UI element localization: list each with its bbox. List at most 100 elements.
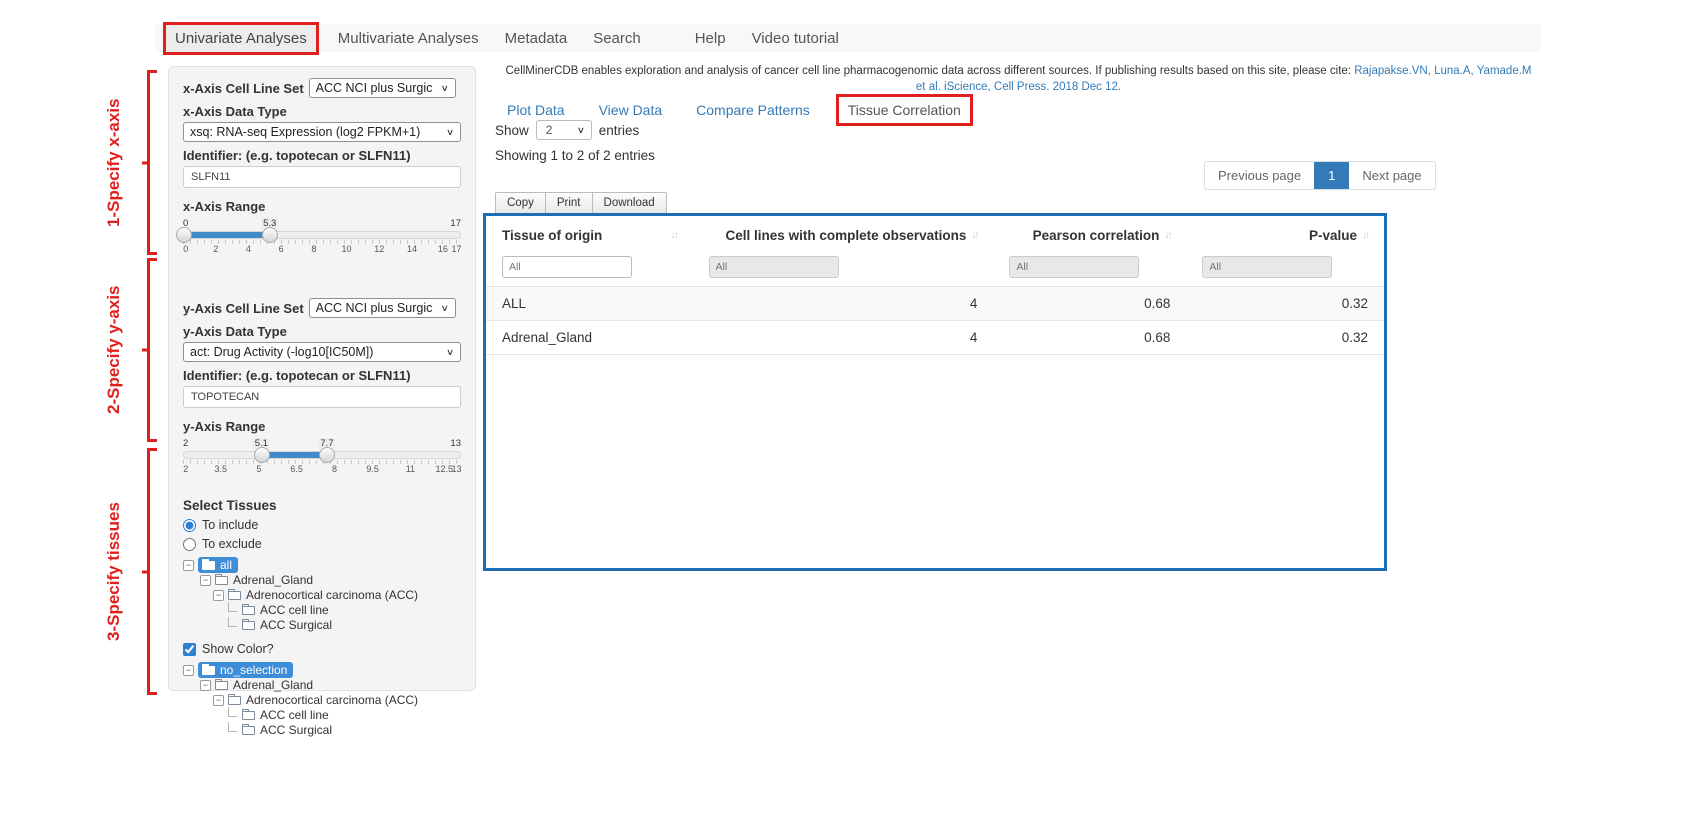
x-range-handle-left[interactable]	[176, 227, 192, 243]
nav-item-multivariate-analyses[interactable]: Multivariate Analyses	[325, 26, 492, 51]
exclude-radio[interactable]	[183, 538, 196, 551]
y-range-label: y-Axis Range	[183, 419, 461, 434]
sort-icon[interactable]: ↓↑	[1362, 230, 1368, 241]
tab-tissue-correlation[interactable]: Tissue Correlation	[836, 94, 973, 126]
tree-node-all[interactable]: − all	[183, 558, 461, 572]
nav-item-help[interactable]: Help	[682, 26, 739, 51]
collapse-icon[interactable]: −	[213, 695, 224, 706]
x-range-tick-labels: 0 2 4 6 8 10 12 14 16 17	[183, 244, 461, 255]
collapse-icon[interactable]: −	[200, 575, 211, 586]
folder-icon	[242, 726, 255, 735]
folder-icon	[228, 591, 241, 600]
previous-page-button[interactable]: Previous page	[1205, 162, 1314, 189]
export-buttons: Copy Print Download	[495, 192, 666, 214]
x-data-type-label: x-Axis Data Type	[183, 104, 461, 119]
pagination: Previous page 1 Next page	[1204, 161, 1436, 190]
filter-cell	[486, 251, 693, 287]
tissue-include-radio-row[interactable]: To include	[183, 518, 461, 532]
x-identifier-label: Identifier: (e.g. topotecan or SLFN11)	[183, 148, 461, 163]
folder-icon	[228, 696, 241, 705]
nav-item-search[interactable]: Search	[580, 26, 654, 51]
tissue-correlation-table-container: Tissue of origin↓↑ Cell lines with compl…	[483, 213, 1387, 571]
tree-node-acc[interactable]: − Adrenocortical carcinoma (ACC)	[183, 588, 461, 602]
collapse-icon[interactable]: −	[183, 665, 194, 676]
tree-connector	[228, 602, 237, 612]
sort-icon[interactable]: ↓↑	[971, 230, 977, 241]
table-cell-tissue: Adrenal_Gland	[486, 321, 693, 355]
collapse-icon[interactable]: −	[200, 680, 211, 691]
table-cell-p-value: 0.32	[1186, 321, 1384, 355]
citation-text: CellMinerCDB enables exploration and ana…	[497, 63, 1540, 95]
print-button[interactable]: Print	[545, 192, 593, 214]
tree-node-acc-cell-line[interactable]: ACC cell line	[183, 603, 461, 617]
tab-compare-patterns[interactable]: Compare Patterns	[686, 95, 820, 125]
sort-icon[interactable]: ↓↑	[1164, 230, 1170, 241]
y-range-slider: 2 5.1 7.7 13 2 3.5 5 6.5 8 9.5 11 12.5 1…	[183, 438, 461, 482]
show-color-checkbox[interactable]	[183, 643, 196, 656]
download-button[interactable]: Download	[592, 192, 667, 214]
column-header-tissue-of-origin[interactable]: Tissue of origin↓↑	[486, 216, 693, 251]
annotation-step2-bracket	[147, 258, 157, 442]
cell-lines-filter-input[interactable]	[709, 256, 839, 278]
y-identifier-input[interactable]	[183, 386, 461, 408]
x-range-track[interactable]	[183, 231, 461, 239]
y-range-handle-right[interactable]	[319, 447, 335, 463]
nav-item-video-tutorial[interactable]: Video tutorial	[739, 26, 852, 51]
annotation-step1-label: 1-Specify x-axis	[96, 70, 132, 255]
y-cell-line-set-select[interactable]: ACC NCI plus Surgical	[309, 298, 456, 318]
y-data-type-select[interactable]: act: Drug Activity (-log10[IC50M])	[183, 342, 461, 362]
y-range-handle-left[interactable]	[254, 447, 270, 463]
x-cell-line-set-label: x-Axis Cell Line Set	[183, 81, 304, 96]
next-page-button[interactable]: Next page	[1349, 162, 1434, 189]
column-header-p-value[interactable]: P-value↓↑	[1186, 216, 1384, 251]
tree-node-acc-surgical[interactable]: ACC Surgical	[183, 618, 461, 632]
tree-connector	[228, 707, 237, 717]
column-header-cell-lines[interactable]: Cell lines with complete observations↓↑	[693, 216, 994, 251]
tree-node-acc-surgical[interactable]: ACC Surgical	[183, 723, 461, 737]
entries-select[interactable]: 2	[536, 120, 592, 140]
annotation-step2-label: 2-Specify y-axis	[96, 258, 132, 442]
y-data-type-select-wrap: act: Drug Activity (-log10[IC50M])	[183, 342, 461, 362]
tree-connector	[228, 617, 237, 627]
x-identifier-input[interactable]	[183, 166, 461, 188]
x-cell-line-set-select[interactable]: ACC NCI plus Surgical	[309, 78, 456, 98]
x-range-max-value: 17	[450, 218, 461, 229]
folder-icon	[242, 606, 255, 615]
show-color-row[interactable]: Show Color?	[183, 642, 461, 656]
tissue-exclude-radio-row[interactable]: To exclude	[183, 537, 461, 551]
column-header-pearson-correlation[interactable]: Pearson correlation↓↑	[993, 216, 1186, 251]
y-range-track[interactable]	[183, 451, 461, 459]
include-radio[interactable]	[183, 519, 196, 532]
x-data-type-select[interactable]: xsq: RNA-seq Expression (log2 FPKM+1)	[183, 122, 461, 142]
include-radio-label: To include	[202, 518, 258, 532]
p-value-filter-input[interactable]	[1202, 256, 1332, 278]
tissue-filter-input[interactable]	[502, 256, 632, 278]
table-cell-n: 4	[693, 321, 994, 355]
show-color-label: Show Color?	[202, 642, 274, 656]
tree-node-no-selection[interactable]: − no_selection	[183, 663, 461, 677]
nav-item-univariate-analyses[interactable]: Univariate Analyses	[163, 22, 319, 55]
tissue-correlation-table: Tissue of origin↓↑ Cell lines with compl…	[486, 216, 1384, 355]
entries-label: entries	[599, 123, 640, 138]
filter-cell	[693, 251, 994, 287]
x-range-handle-right[interactable]	[262, 227, 278, 243]
tree-node-acc[interactable]: − Adrenocortical carcinoma (ACC)	[183, 693, 461, 707]
tree-node-acc-cell-line[interactable]: ACC cell line	[183, 708, 461, 722]
sort-icon[interactable]: ↓↑	[671, 230, 677, 241]
annotation-step3-bracket	[147, 448, 157, 695]
tree-node-adrenal-gland[interactable]: − Adrenal_Gland	[183, 678, 461, 692]
x-range-fill	[184, 232, 270, 238]
pearson-filter-input[interactable]	[1009, 256, 1139, 278]
collapse-icon[interactable]: −	[183, 560, 194, 571]
showing-status: Showing 1 to 2 of 2 entries	[495, 148, 655, 163]
copy-button[interactable]: Copy	[495, 192, 546, 214]
nav-item-metadata[interactable]: Metadata	[492, 26, 581, 51]
citation-link-line2[interactable]: et al. iScience, Cell Press. 2018 Dec 12…	[916, 81, 1121, 93]
page-1-button[interactable]: 1	[1314, 162, 1349, 189]
y-range-tick-labels: 2 3.5 5 6.5 8 9.5 11 12.5 13	[183, 464, 461, 475]
tree-node-adrenal-gland[interactable]: − Adrenal_Gland	[183, 573, 461, 587]
x-range-label: x-Axis Range	[183, 199, 461, 214]
folder-icon	[202, 561, 215, 570]
collapse-icon[interactable]: −	[213, 590, 224, 601]
citation-link[interactable]: Rajapakse.VN, Luna.A, Yamade.M	[1354, 65, 1531, 77]
